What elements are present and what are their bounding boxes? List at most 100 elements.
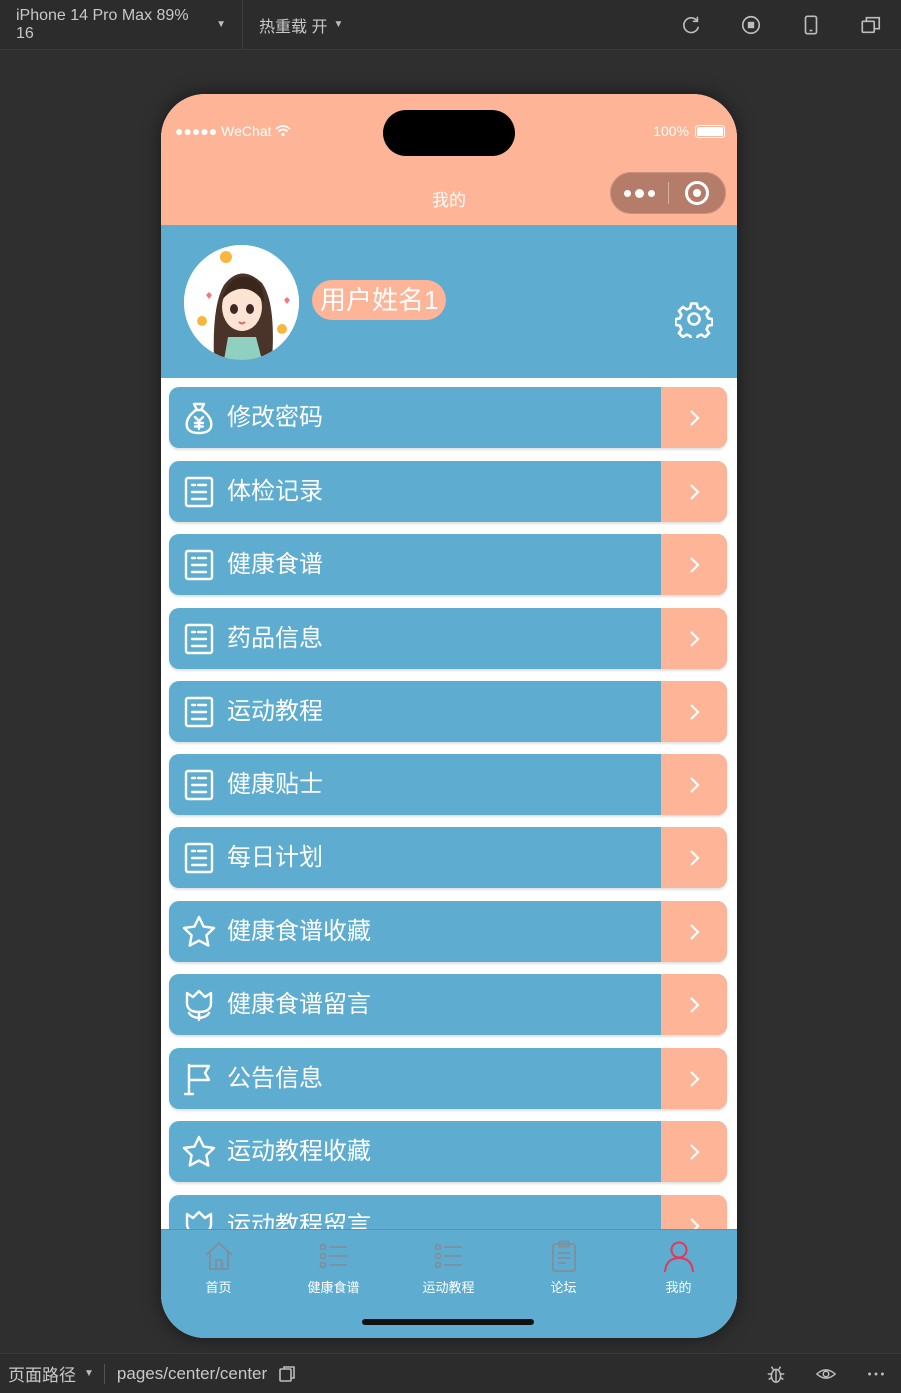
profile-header: 用户姓名1 [161,225,737,378]
dynamic-island [383,110,515,156]
chevron-right-icon [661,974,727,1035]
refresh-icon[interactable] [661,0,721,50]
money-bag-icon [185,402,213,435]
menu-item-daily-plan[interactable]: 每日计划 [169,827,727,888]
chevron-right-icon [661,461,727,522]
tab-exercise-tutorials[interactable]: 运动教程 [391,1230,506,1310]
hot-reload-toggle[interactable]: 热重载 开 ▼ [243,0,359,50]
battery-label: 100% [653,123,689,139]
document-icon [184,769,214,801]
menu-item-label: 公告信息 [227,1065,323,1092]
chevron-right-icon [661,1195,727,1229]
wifi-icon [274,125,291,137]
tulip-icon [185,989,213,1022]
tab-forum[interactable]: 论坛 [506,1230,621,1310]
tab-label: 健康食谱 [307,1280,360,1295]
eye-icon[interactable] [801,1354,851,1393]
chevron-right-icon [661,681,727,742]
star-icon [182,915,216,947]
menu-item-label: 药品信息 [227,625,323,652]
tab-mine[interactable]: 我的 [621,1230,736,1310]
tulip-icon [185,1210,213,1229]
device-label: iPhone 14 Pro Max 89% 16 [16,6,189,42]
clipboard-icon [551,1240,576,1272]
battery-icon [695,124,725,138]
document-icon [184,696,214,728]
menu-item-label: 体检记录 [227,478,323,505]
chevron-right-icon [661,754,727,815]
menu-item-label: 运动教程留言 [227,1212,371,1229]
more-icon[interactable] [611,188,668,198]
avatar[interactable] [184,245,299,360]
gear-icon[interactable] [674,300,714,342]
tab-home[interactable]: 首页 [161,1230,276,1310]
menu-item-exam-records[interactable]: 体检记录 [169,461,727,522]
device-selector[interactable]: iPhone 14 Pro Max 89% 16 ▼ [0,0,243,50]
phone-icon[interactable] [781,0,841,50]
simulator-toolbar: iPhone 14 Pro Max 89% 16 ▼ 热重载 开 ▼ [0,0,901,50]
menu-item-exercise-comments[interactable]: 运动教程留言 [169,1195,727,1229]
status-carrier: ●●●●● WeChat [175,123,291,139]
chevron-down-icon: ▼ [216,19,226,30]
menu-item-label: 运动教程 [227,698,323,725]
menu-item-label: 健康贴士 [227,771,323,798]
user-icon [663,1241,694,1273]
tab-bar: 首页 健康食谱 运动教程 论坛 我的 [161,1229,737,1338]
carrier-label: ●●●●● WeChat [175,123,272,139]
navigation-bar: ●●●●● WeChat 100% 我的 [161,94,737,225]
menu-item-label: 修改密码 [227,404,323,431]
close-icon[interactable] [668,181,725,205]
chevron-right-icon [661,608,727,669]
list-icon [434,1243,462,1269]
menu-item-drug-info[interactable]: 药品信息 [169,608,727,669]
menu-item-label: 每日计划 [227,844,323,871]
menu-item-announcements[interactable]: 公告信息 [169,1048,727,1109]
more-icon[interactable] [851,1354,901,1393]
home-indicator [362,1319,534,1325]
chevron-down-icon: ▼ [333,19,344,30]
bug-icon[interactable] [751,1354,801,1393]
hot-reload-label: 热重载 开 [259,18,328,36]
list-icon [319,1243,347,1269]
menu-item-recipe-favorites[interactable]: 健康食谱收藏 [169,901,727,962]
menu-item-exercise-favorites[interactable]: 运动教程收藏 [169,1121,727,1182]
tab-label: 我的 [665,1280,692,1295]
tab-health-recipes[interactable]: 健康食谱 [276,1230,391,1310]
stop-icon[interactable] [721,0,781,50]
username-badge: 用户姓名1 [312,280,447,320]
chevron-down-icon: ▼ [84,1368,94,1379]
menu-item-health-tips[interactable]: 健康贴士 [169,754,727,815]
menu-item-health-recipes[interactable]: 健康食谱 [169,534,727,595]
simulator-statusbar: 页面路径 ▼ pages/center/center [0,1353,901,1393]
page-path: pages/center/center [103,1363,297,1384]
chevron-right-icon [661,1048,727,1109]
status-battery: 100% [653,123,725,139]
document-icon [184,549,214,581]
document-icon [184,623,214,655]
page-path-value: pages/center/center [116,1363,268,1383]
menu-item-recipe-comments[interactable]: 健康食谱留言 [169,974,727,1035]
page-path-label: 页面路径 [8,1366,76,1385]
menu-list: 修改密码 体检记录 健康食谱 药品信息 运动教程 健康贴士 每日计划 健康食谱收… [161,378,737,1229]
menu-item-change-password[interactable]: 修改密码 [169,387,727,448]
chevron-right-icon [661,827,727,888]
document-icon [184,476,214,508]
mini-program-capsule [610,172,726,214]
home-icon [204,1242,233,1270]
chevron-right-icon [661,387,727,448]
phone-simulator: ●●●●● WeChat 100% 我的 用户姓名1 修改密码 体检记录 健康食… [161,94,737,1338]
chevron-right-icon [661,1121,727,1182]
page-path-dropdown[interactable]: 页面路径 ▼ [8,1361,94,1386]
tab-label: 首页 [205,1280,232,1295]
menu-item-label: 健康食谱收藏 [227,918,371,945]
star-icon [182,1135,216,1167]
copy-icon[interactable] [277,1364,297,1384]
chevron-right-icon [661,534,727,595]
menu-item-exercise-tutorials[interactable]: 运动教程 [169,681,727,742]
window-icon[interactable] [841,0,901,50]
menu-item-label: 健康食谱 [227,551,323,578]
tab-label: 运动教程 [422,1280,475,1295]
document-icon [184,842,214,874]
flag-icon [183,1063,211,1096]
menu-item-label: 运动教程收藏 [227,1138,371,1165]
